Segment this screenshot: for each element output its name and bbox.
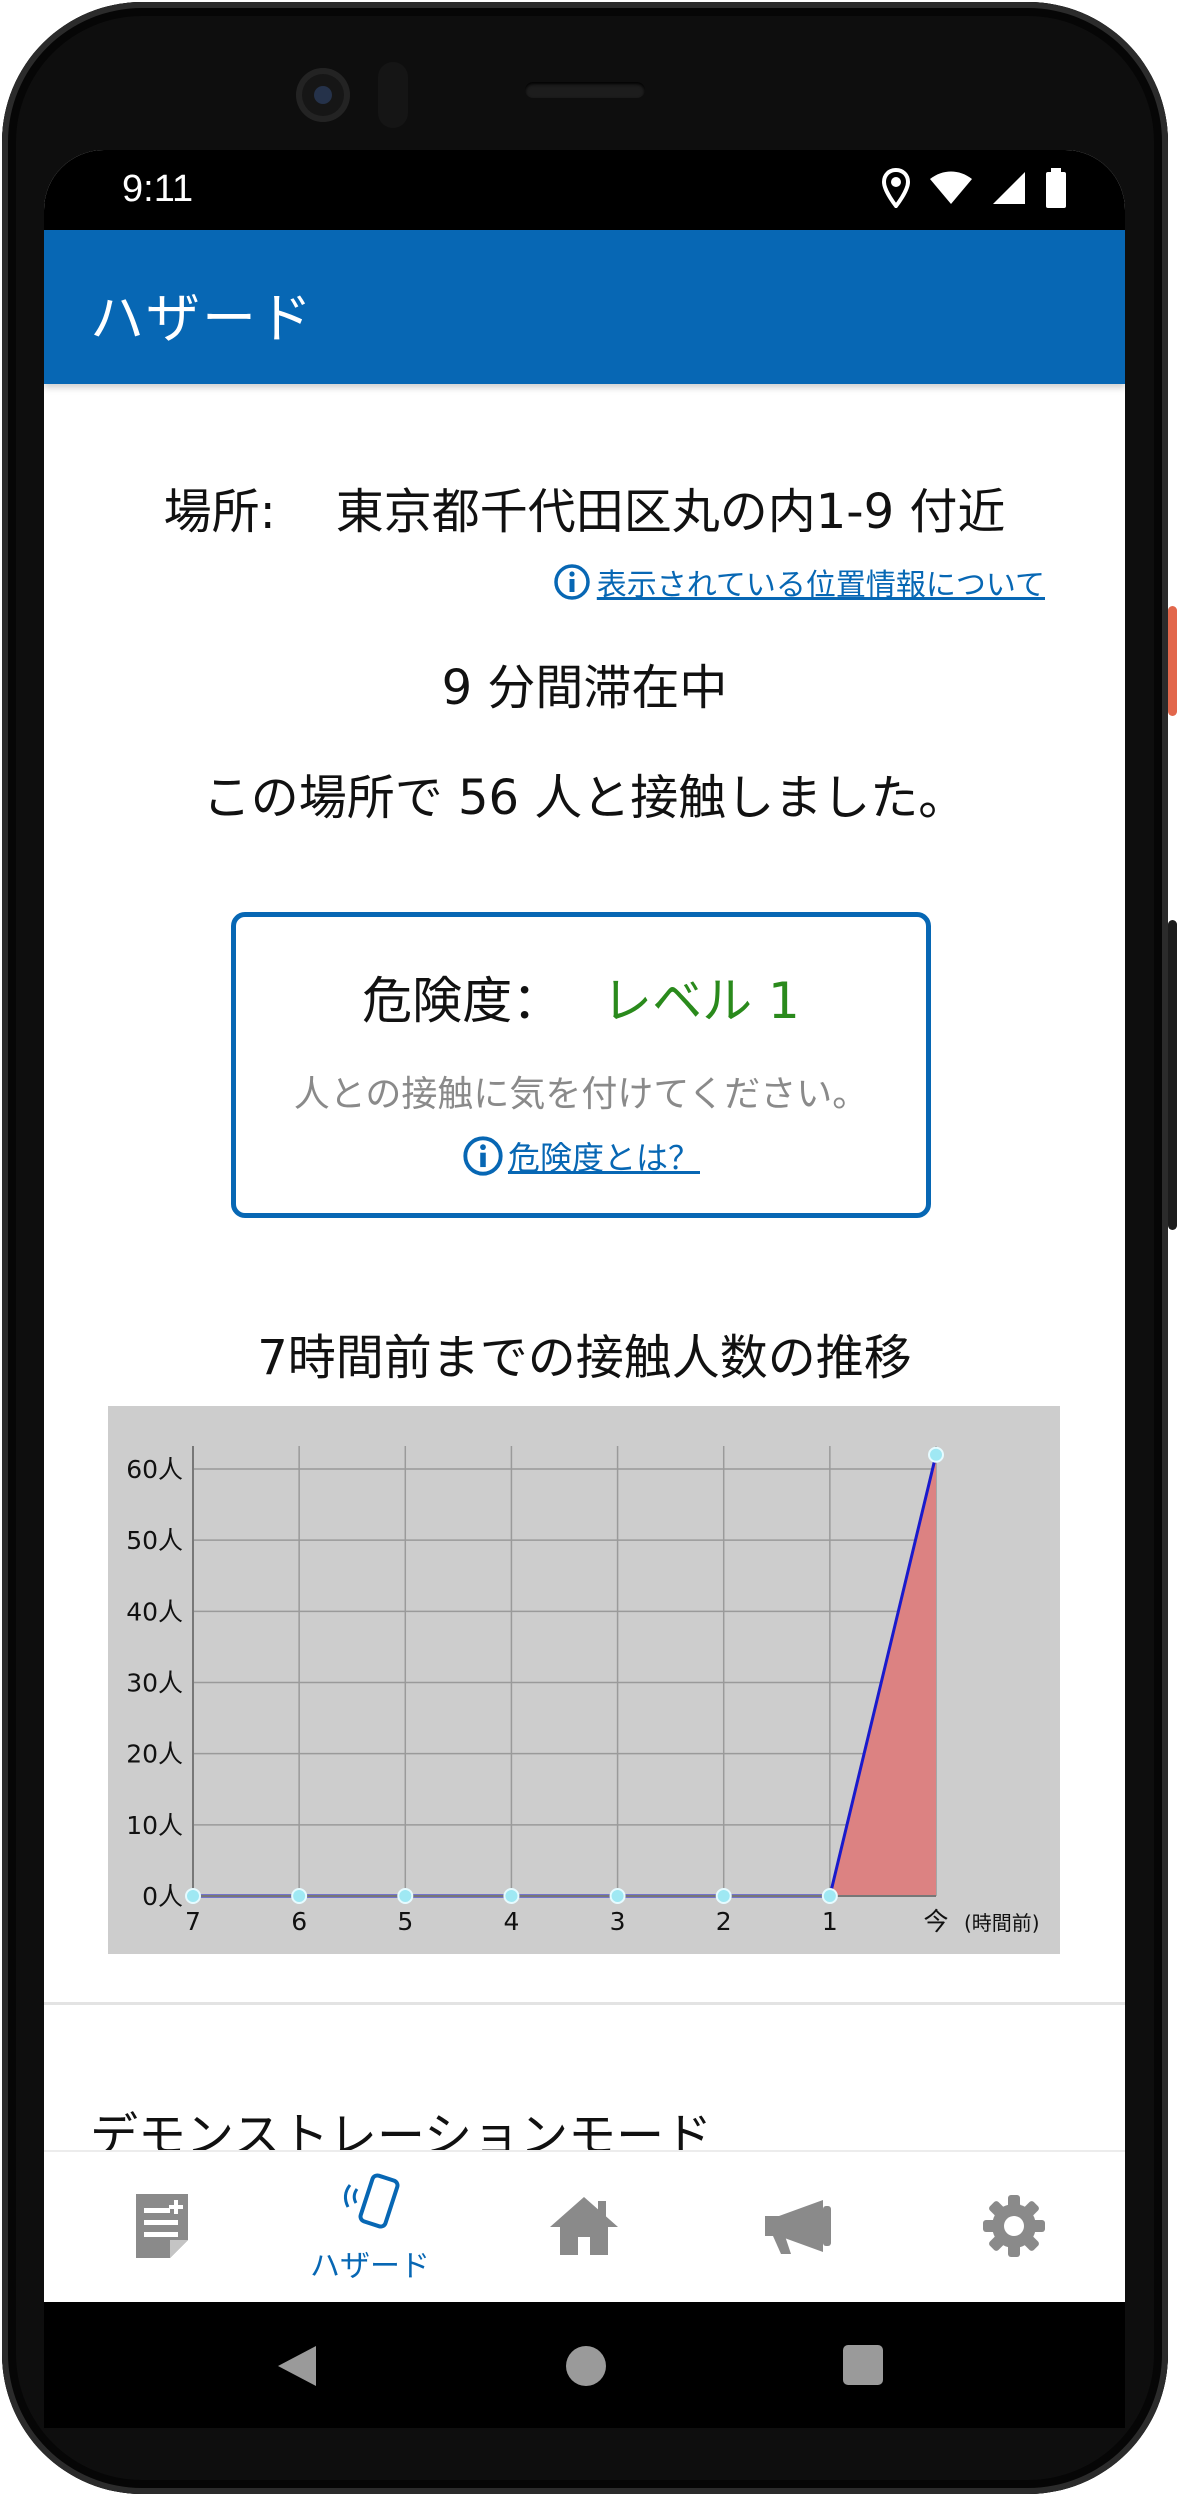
app-bar: ハザード bbox=[44, 230, 1125, 384]
chart-svg: 0人 10人 20人 30人 40人 50人 60人 7 6 5 4 3 2 1 今 (時間前) bbox=[126, 1446, 1040, 1936]
x-tick-label: 6 bbox=[291, 1907, 307, 1936]
section-divider bbox=[44, 2002, 1125, 2005]
nav-item-settings[interactable] bbox=[944, 2152, 1084, 2304]
x-tick-label: 5 bbox=[397, 1907, 413, 1936]
risk-level: レベル 1 bbox=[602, 972, 800, 1030]
x-tick-label: 1 bbox=[822, 1907, 838, 1936]
location-label: 場所: bbox=[163, 484, 276, 540]
risk-label: 危険度： bbox=[362, 972, 563, 1030]
y-tick-label: 0人 bbox=[142, 1882, 183, 1911]
home-icon bbox=[548, 2195, 620, 2261]
location-info-link[interactable]: 表示されている位置情報について bbox=[553, 560, 1045, 604]
battery-icon bbox=[1045, 168, 1067, 212]
y-tick-label: 50人 bbox=[126, 1526, 183, 1555]
x-tick-label: 4 bbox=[503, 1907, 519, 1936]
proximity-sensor bbox=[378, 62, 408, 128]
system-nav-bar bbox=[44, 2302, 1125, 2428]
risk-info-link[interactable]: 危険度とは？ bbox=[236, 1133, 926, 1179]
location-row: 場所: 東京都千代田区丸の内1-9 付近 bbox=[44, 472, 1125, 542]
series-line bbox=[193, 1454, 938, 1898]
info-icon bbox=[553, 563, 591, 601]
nav-item-home[interactable] bbox=[514, 2152, 654, 2304]
x-tick-label: 2 bbox=[716, 1907, 732, 1936]
x-tick-label: 3 bbox=[610, 1907, 626, 1936]
nav-item-notices[interactable] bbox=[730, 2152, 870, 2304]
data-point bbox=[928, 1446, 944, 1463]
stay-duration: 9 分間滞在中 bbox=[441, 660, 728, 716]
home-circle-icon[interactable] bbox=[564, 2344, 608, 2392]
nav-label-hazard: ハザード bbox=[310, 2249, 430, 2284]
location-address: 東京都千代田区丸の内1-9 付近 bbox=[335, 484, 1006, 540]
bottom-nav: ハザード bbox=[44, 2150, 1125, 2304]
status-bar: 9:11 bbox=[44, 150, 1125, 230]
volume-button bbox=[1168, 920, 1177, 1230]
risk-card: 危険度： レベル 1 人との接触に気を付けてください。 危険度とは？ bbox=[231, 912, 931, 1218]
data-point bbox=[821, 1888, 838, 1904]
megaphone-icon bbox=[763, 2196, 837, 2260]
signal-icon bbox=[991, 170, 1027, 210]
y-tick-label: 20人 bbox=[126, 1740, 183, 1769]
y-tick-label: 10人 bbox=[126, 1811, 183, 1840]
power-button bbox=[1168, 606, 1177, 716]
document-icon bbox=[132, 2192, 192, 2264]
nav-item-report[interactable] bbox=[92, 2152, 232, 2304]
location-icon bbox=[881, 167, 911, 212]
wifi-icon bbox=[929, 171, 973, 209]
y-tick-label: 40人 bbox=[126, 1597, 183, 1626]
data-point bbox=[609, 1888, 626, 1904]
page-title: ハザード bbox=[90, 287, 314, 350]
front-camera bbox=[296, 68, 350, 122]
x-tick-label: 7 bbox=[185, 1907, 201, 1936]
back-icon[interactable] bbox=[276, 2344, 318, 2392]
location-info-text[interactable]: 表示されている位置情報について bbox=[597, 560, 1045, 604]
data-point bbox=[397, 1888, 414, 1904]
earpiece-speaker bbox=[525, 82, 645, 98]
x-unit-label: (時間前) bbox=[964, 1911, 1040, 1935]
screen: 9:11 ハザード 場所: 東京都千代田区丸の内1-9 付近 表示されている位置情… bbox=[44, 150, 1125, 2428]
risk-info-text[interactable]: 危険度とは？ bbox=[508, 1133, 700, 1179]
risk-message: 人との接触に気を付けてください。 bbox=[293, 1074, 869, 1115]
nav-item-hazard[interactable]: ハザード bbox=[300, 2152, 440, 2304]
risk-row: 危険度： レベル 1 bbox=[236, 961, 926, 1033]
chart-title: 7時間前までの接触人数の推移 bbox=[257, 1330, 912, 1386]
data-point bbox=[503, 1888, 520, 1904]
info-icon bbox=[462, 1135, 504, 1177]
contact-chart: 0人 10人 20人 30人 40人 50人 60人 7 6 5 4 3 2 1 今 (時間前) bbox=[108, 1406, 1060, 1954]
x-tick-label: 今 bbox=[923, 1907, 948, 1936]
data-point bbox=[185, 1888, 201, 1904]
data-point bbox=[291, 1888, 308, 1904]
contact-count-text: この場所で 56 人と接触しました。 bbox=[202, 770, 967, 826]
y-tick-label: 30人 bbox=[126, 1669, 183, 1698]
status-time: 9:11 bbox=[122, 168, 194, 210]
gear-icon bbox=[981, 2193, 1047, 2263]
status-icons bbox=[881, 167, 1067, 212]
series-area bbox=[193, 1454, 936, 1896]
y-tick-label: 60人 bbox=[126, 1455, 183, 1484]
recents-icon[interactable] bbox=[842, 2344, 884, 2390]
data-point bbox=[715, 1888, 732, 1904]
phone-hazard-icon bbox=[330, 2171, 410, 2237]
